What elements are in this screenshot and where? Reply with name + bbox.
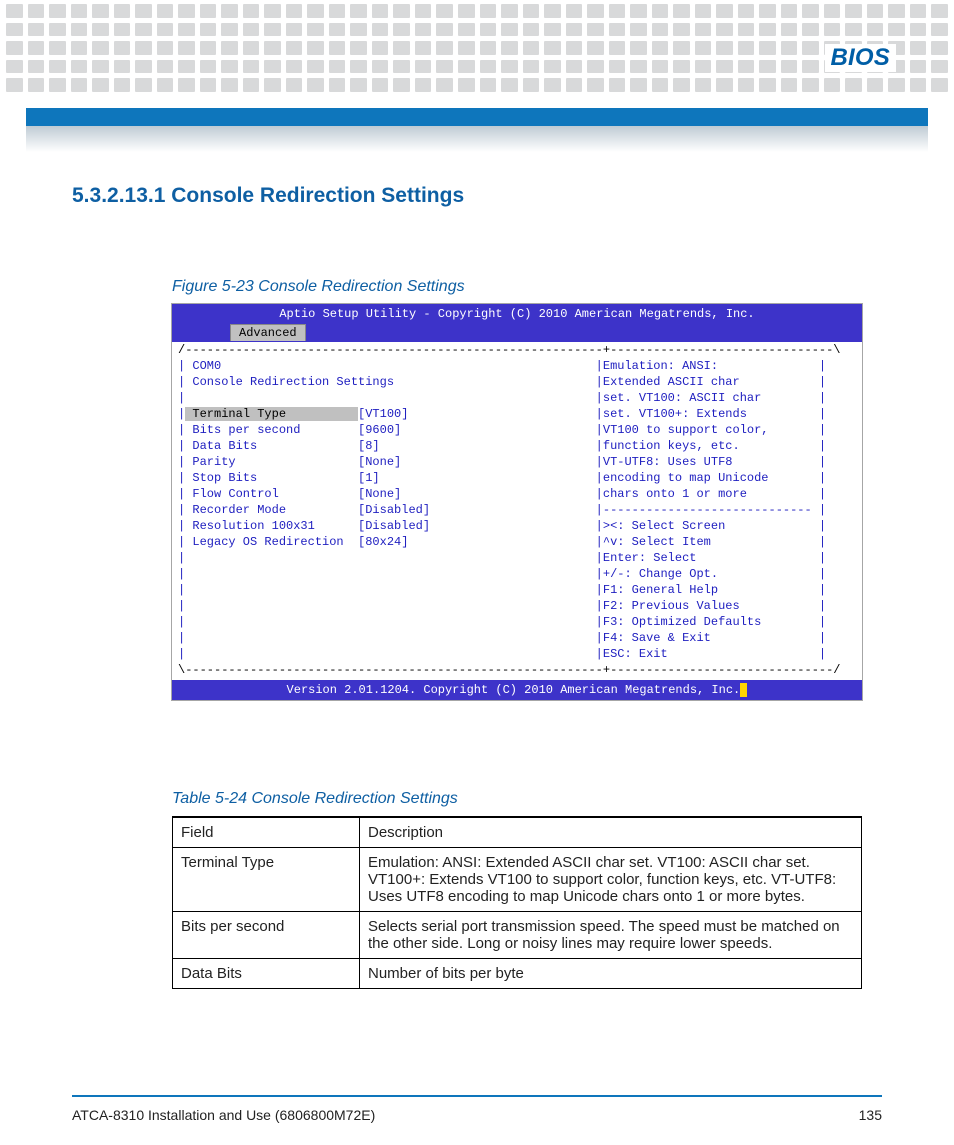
cell-field: Data Bits: [173, 959, 360, 989]
table-row: Data Bits Number of bits per byte: [173, 959, 862, 989]
header-grid: [0, 0, 954, 92]
col-field: Field: [173, 817, 360, 848]
table-row: Terminal Type Emulation: ANSI: Extended …: [173, 848, 862, 912]
cell-desc: Number of bits per byte: [360, 959, 862, 989]
footer-doc-title: ATCA-8310 Installation and Use (6806800M…: [72, 1107, 375, 1123]
table-row: Bits per second Selects serial port tran…: [173, 912, 862, 959]
footer-rule: [72, 1095, 882, 1097]
settings-table: Field Description Terminal Type Emulatio…: [172, 816, 862, 989]
figure-caption: Figure 5-23 Console Redirection Settings: [172, 278, 882, 296]
footer-page-number: 135: [859, 1107, 882, 1123]
page-footer: ATCA-8310 Installation and Use (6806800M…: [72, 1107, 882, 1123]
col-description: Description: [360, 817, 862, 848]
cell-field: Bits per second: [173, 912, 360, 959]
section-heading: 5.3.2.13.1 Console Redirection Settings: [72, 184, 882, 208]
bios-screenshot: Aptio Setup Utility - Copyright (C) 2010…: [172, 304, 862, 700]
table-caption: Table 5-24 Console Redirection Settings: [172, 790, 882, 808]
bios-titlebar: Aptio Setup Utility - Copyright (C) 2010…: [172, 304, 862, 324]
cell-desc: Selects serial port transmission speed. …: [360, 912, 862, 959]
table-header-row: Field Description: [173, 817, 862, 848]
cell-field: Terminal Type: [173, 848, 360, 912]
header-title: BIOS: [825, 44, 896, 72]
cell-desc: Emulation: ANSI: Extended ASCII char set…: [360, 848, 862, 912]
header-rule: [26, 108, 928, 126]
bios-tab-advanced: Advanced: [230, 324, 306, 341]
bios-bottombar: Version 2.01.1204. Copyright (C) 2010 Am…: [172, 680, 862, 700]
bios-tab-row: Advanced: [172, 324, 862, 342]
bios-body: /---------------------------------------…: [172, 342, 862, 680]
